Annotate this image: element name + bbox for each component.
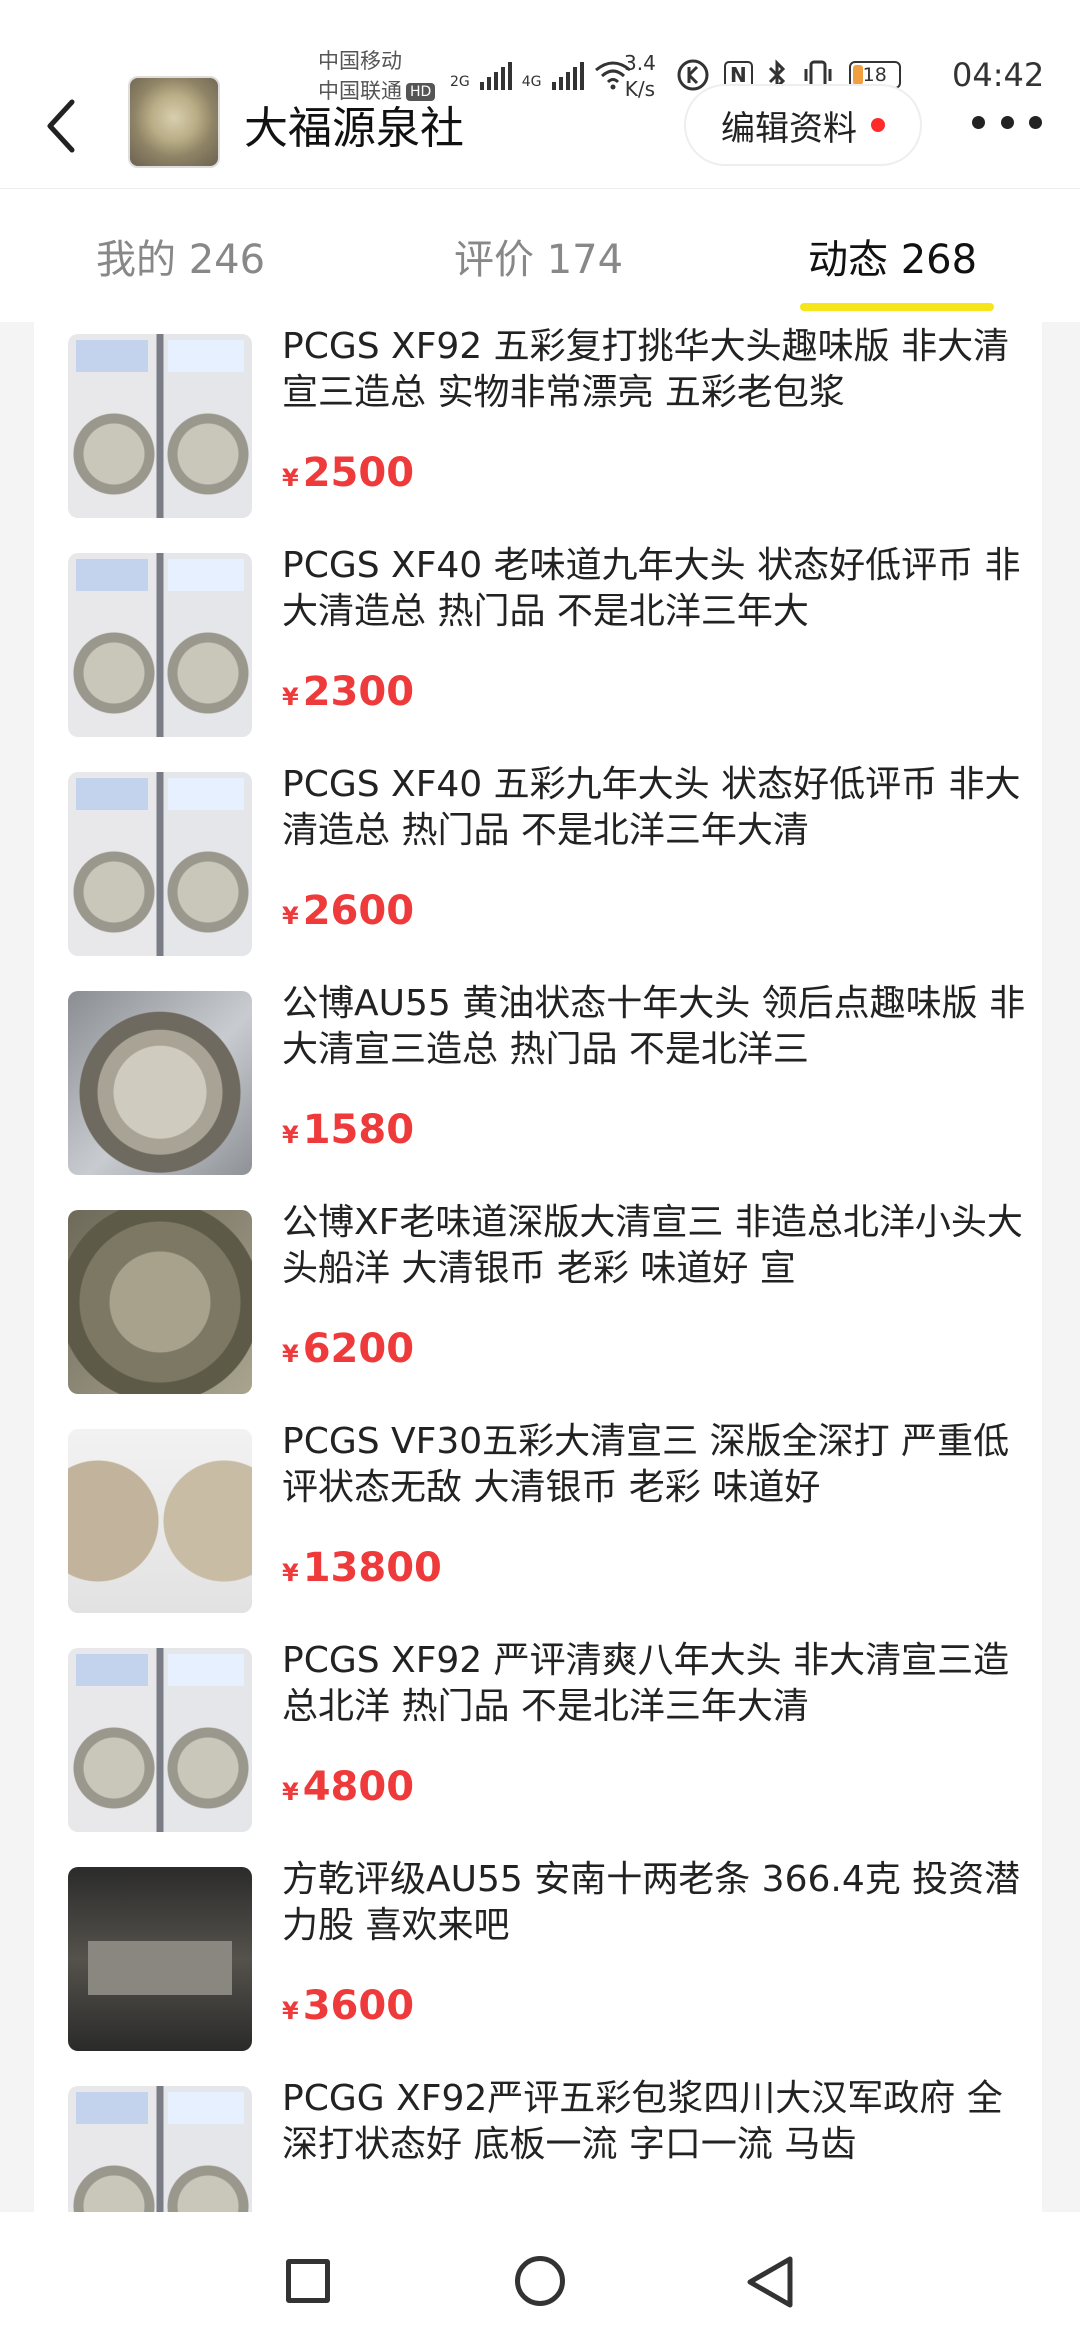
currency-symbol: ¥ bbox=[282, 1121, 299, 1149]
seller-profile-screen: { "status_bar": { "carrier_1": "中国移动", "… bbox=[0, 0, 1080, 2340]
item-thumbnail[interactable] bbox=[68, 1867, 252, 2051]
price-value: 6200 bbox=[302, 1326, 415, 1372]
item-price: ¥1580 bbox=[282, 1107, 414, 1153]
net-type-1: 2G bbox=[450, 74, 470, 90]
signal-icon bbox=[479, 62, 512, 90]
price-value: 2500 bbox=[302, 450, 415, 496]
currency-symbol: ¥ bbox=[282, 1559, 299, 1587]
item-thumbnail[interactable] bbox=[68, 1429, 252, 1613]
price-value: 3600 bbox=[302, 1983, 415, 2029]
system-navigation-bar bbox=[0, 2212, 1080, 2340]
price-value: 1580 bbox=[302, 1107, 415, 1153]
item-thumbnail[interactable] bbox=[68, 553, 252, 737]
item-price: ¥2300 bbox=[282, 669, 414, 715]
recent-apps-button[interactable] bbox=[286, 2259, 330, 2303]
item-title: PCGS VF30五彩大清宣三 深版全深打 严重低评状态无敌 大清银币 老彩 味… bbox=[282, 1421, 1010, 1508]
battery-level: 18 bbox=[862, 64, 887, 86]
list-item[interactable]: PCGS XF92 五彩复打挑华大头趣味版 非大清宣三造总 实物非常漂亮 五彩老… bbox=[34, 322, 1042, 541]
header: 中国移动 中国联通 HD 2G 4G 3.4 K/s N 18 04:42 大福… bbox=[0, 0, 1080, 188]
item-price: ¥13800 bbox=[282, 1545, 442, 1591]
item-thumbnail[interactable] bbox=[68, 1210, 252, 1394]
more-dot bbox=[972, 115, 985, 129]
back-button[interactable] bbox=[36, 96, 86, 156]
item-title: 方乾评级AU55 安南十两老条 366.4克 投资潜力股 喜欢来吧 bbox=[282, 1859, 1021, 1946]
signal-indicators: 2G 4G bbox=[450, 60, 632, 90]
item-thumbnail[interactable] bbox=[68, 1648, 252, 1832]
list-item[interactable]: PCGS VF30五彩大清宣三 深版全深打 严重低评状态无敌 大清银币 老彩 味… bbox=[34, 1417, 1042, 1636]
carrier-1: 中国移动 bbox=[318, 49, 402, 73]
item-price: ¥2600 bbox=[282, 888, 414, 934]
item-price: ¥3600 bbox=[282, 1983, 414, 2029]
tab-reviews[interactable]: 评价 174 bbox=[454, 227, 623, 285]
edit-profile-button[interactable]: 编辑资料 bbox=[684, 84, 922, 166]
listing-feed[interactable]: PCGS XF92 五彩复打挑华大头趣味版 非大清宣三造总 实物非常漂亮 五彩老… bbox=[34, 322, 1042, 2212]
tab-mine[interactable]: 我的 246 bbox=[96, 227, 265, 285]
shop-avatar[interactable] bbox=[128, 76, 220, 168]
currency-symbol: ¥ bbox=[282, 1778, 299, 1806]
app-k-icon bbox=[677, 59, 709, 91]
list-item[interactable]: 公博XF老味道深版大清宣三 非造总北洋小头大头船洋 大清银币 老彩 味道好 宣 … bbox=[34, 1198, 1042, 1417]
home-button[interactable] bbox=[515, 2256, 565, 2306]
list-item[interactable]: PCGS XF40 五彩九年大头 状态好低评币 非大清造总 热门品 不是北洋三年… bbox=[34, 760, 1042, 979]
item-thumbnail[interactable] bbox=[68, 991, 252, 1175]
back-nav-button[interactable] bbox=[744, 2254, 796, 2310]
item-title: 公博XF老味道深版大清宣三 非造总北洋小头大头船洋 大清银币 老彩 味道好 宣 bbox=[282, 1202, 1023, 1289]
network-speed: 3.4 K/s bbox=[624, 50, 656, 102]
net-type-2: 4G bbox=[521, 74, 542, 90]
list-item[interactable]: 公博AU55 黄油状态十年大头 领后点趣味版 非大清宣三造总 热门品 不是北洋三… bbox=[34, 979, 1042, 1198]
price-value: 2600 bbox=[302, 888, 415, 934]
notification-dot bbox=[871, 118, 885, 132]
clock: 04:42 bbox=[952, 56, 1045, 94]
list-item[interactable]: PCGS XF92 严评清爽八年大头 非大清宣三造总北洋 热门品 不是北洋三年大… bbox=[34, 1636, 1042, 1855]
item-price: ¥2500 bbox=[282, 450, 414, 496]
item-thumbnail[interactable] bbox=[68, 334, 252, 518]
currency-symbol: ¥ bbox=[282, 1340, 299, 1368]
currency-symbol: ¥ bbox=[282, 1997, 299, 2025]
profile-tabs: 我的 246 评价 174 动态 268 bbox=[0, 188, 1080, 322]
item-title: PCGS XF92 严评清爽八年大头 非大清宣三造总北洋 热门品 不是北洋三年大… bbox=[282, 1640, 1010, 1727]
speed-value: 3.4 bbox=[624, 51, 656, 75]
price-value: 4800 bbox=[302, 1764, 415, 1810]
shop-name[interactable]: 大福源泉社 bbox=[244, 92, 464, 156]
more-dot bbox=[1000, 115, 1014, 129]
item-title: PCGS XF40 老味道九年大头 状态好低评币 非大清造总 热门品 不是北洋三… bbox=[282, 545, 1021, 632]
chevron-left-icon bbox=[47, 99, 75, 153]
tab-activity[interactable]: 动态 268 bbox=[808, 227, 977, 285]
price-value: 13800 bbox=[302, 1545, 442, 1591]
currency-symbol: ¥ bbox=[282, 464, 299, 492]
item-thumbnail[interactable] bbox=[68, 772, 252, 956]
item-price: ¥4800 bbox=[282, 1764, 414, 1810]
list-item[interactable]: PCGS XF40 老味道九年大头 状态好低评币 非大清造总 热门品 不是北洋三… bbox=[34, 541, 1042, 760]
edit-profile-label: 编辑资料 bbox=[721, 108, 857, 149]
price-value: 2300 bbox=[302, 669, 415, 715]
list-item[interactable]: 方乾评级AU55 安南十两老条 366.4克 投资潜力股 喜欢来吧 ¥3600 bbox=[34, 1855, 1042, 2074]
list-item[interactable]: PCGG XF92严评五彩包浆四川大汉军政府 全深打状态好 底板一流 字口一流 … bbox=[34, 2074, 1042, 2212]
item-title: PCGS XF40 五彩九年大头 状态好低评币 非大清造总 热门品 不是北洋三年… bbox=[282, 764, 1021, 851]
item-title: PCGS XF92 五彩复打挑华大头趣味版 非大清宣三造总 实物非常漂亮 五彩老… bbox=[282, 326, 1010, 413]
item-price: ¥6200 bbox=[282, 1326, 414, 1372]
currency-symbol: ¥ bbox=[282, 902, 299, 930]
item-title: 公博AU55 黄油状态十年大头 领后点趣味版 非大清宣三造总 热门品 不是北洋三 bbox=[282, 983, 1026, 1070]
more-dot bbox=[1029, 115, 1042, 129]
active-tab-indicator bbox=[800, 303, 994, 311]
item-thumbnail[interactable] bbox=[68, 2086, 252, 2212]
signal-icon bbox=[551, 62, 584, 90]
currency-symbol: ¥ bbox=[282, 683, 299, 711]
item-title: PCGG XF92严评五彩包浆四川大汉军政府 全深打状态好 底板一流 字口一流 … bbox=[282, 2078, 1003, 2165]
speed-unit: K/s bbox=[624, 77, 656, 101]
more-button[interactable] bbox=[972, 100, 1042, 144]
